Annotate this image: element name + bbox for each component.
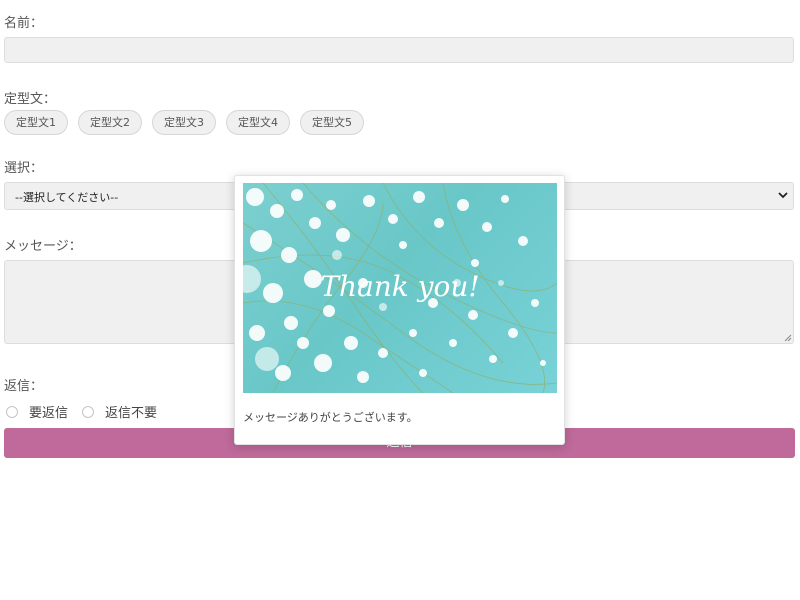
- resize-grip-icon[interactable]: [784, 334, 792, 342]
- flower-illustration: Thank you!: [243, 183, 557, 393]
- template-button-3[interactable]: 定型文3: [152, 110, 216, 135]
- thank-you-text: Thank you!: [320, 270, 479, 303]
- template-button-1[interactable]: 定型文1: [4, 110, 68, 135]
- no-reply-label[interactable]: 返信不要: [105, 402, 157, 421]
- reply-required-radio[interactable]: [6, 405, 18, 418]
- reply-required-label[interactable]: 要返信: [29, 402, 68, 421]
- template-button-4[interactable]: 定型文4: [226, 110, 290, 135]
- name-input[interactable]: [4, 37, 794, 63]
- reply-options: 要返信 返信不要: [6, 402, 171, 421]
- select-value: --選択してください--: [15, 191, 119, 204]
- no-reply-radio[interactable]: [82, 405, 95, 418]
- select-label: 選択：: [4, 161, 44, 176]
- template-buttons: 定型文1 定型文2 定型文3 定型文4 定型文5: [4, 110, 364, 135]
- template-button-2[interactable]: 定型文2: [78, 110, 142, 135]
- thank-you-image: Thank you!: [243, 183, 557, 393]
- chevron-down-icon: [778, 192, 788, 199]
- template-button-5[interactable]: 定型文5: [300, 110, 364, 135]
- modal-message: メッセージありがとうございます。: [243, 411, 418, 424]
- template-label: 定型文：: [4, 92, 57, 107]
- thank-you-modal: Thank you! メッセージありがとうございます。: [234, 175, 565, 445]
- message-label: メッセージ：: [4, 239, 82, 254]
- name-label: 名前：: [4, 16, 44, 31]
- reply-label: 返信：: [4, 379, 44, 394]
